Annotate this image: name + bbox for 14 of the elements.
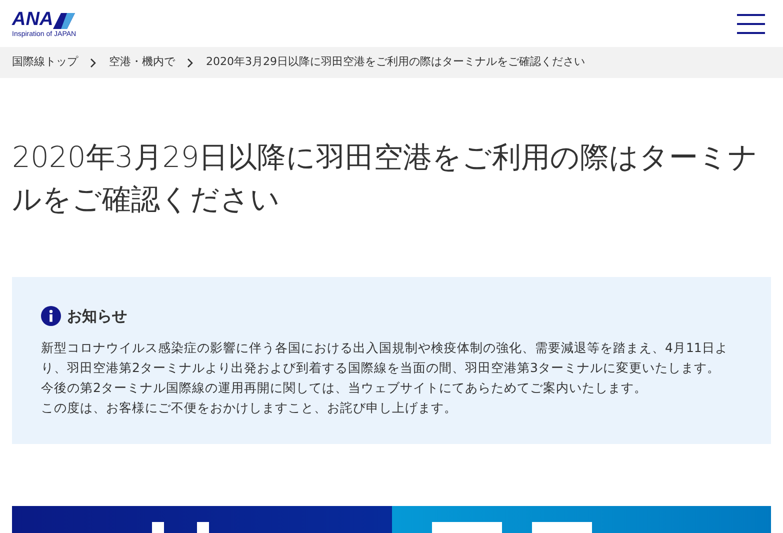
info-icon: [41, 306, 61, 326]
breadcrumb-current: 2020年3月29日以降に羽田空港をご利用の際はターミナルをご確認ください: [206, 54, 585, 70]
chevron-icon: [187, 58, 194, 68]
notice-text: 今後の第2ターミナル国際線の運用再開に関しては、当ウェブサイトにてあらためてご案内いたします。: [41, 378, 648, 396]
breadcrumb-link[interactable]: 空港・機内で: [109, 54, 175, 71]
logo-wordmark: ANA: [12, 10, 54, 28]
notice-text: この度は、お客様にご不便をおかけしますこと、お詫び申し上げます。: [41, 398, 458, 416]
stripe-icon: [53, 12, 76, 28]
chevron-icon: [90, 58, 97, 68]
page-title: 2020年3月29日以降に羽田空港をご利用の際はターミナルをご確認ください: [12, 139, 760, 218]
notice-text: 新型コロナウイルス感染症の影響に伴う各国における出入国規制や検疫体制の強化、需要減退等を踏まえ、4月11日より、羽田空港第2ターミナルより出発および到着する国際線を当面の間、羽田空港第3ターミナルに変更いたします。: [41, 338, 729, 376]
notice-title: お知らせ: [67, 306, 127, 327]
breadcrumb-link[interactable]: 国際線トップ: [12, 54, 78, 71]
menu-button[interactable]: [737, 14, 765, 34]
